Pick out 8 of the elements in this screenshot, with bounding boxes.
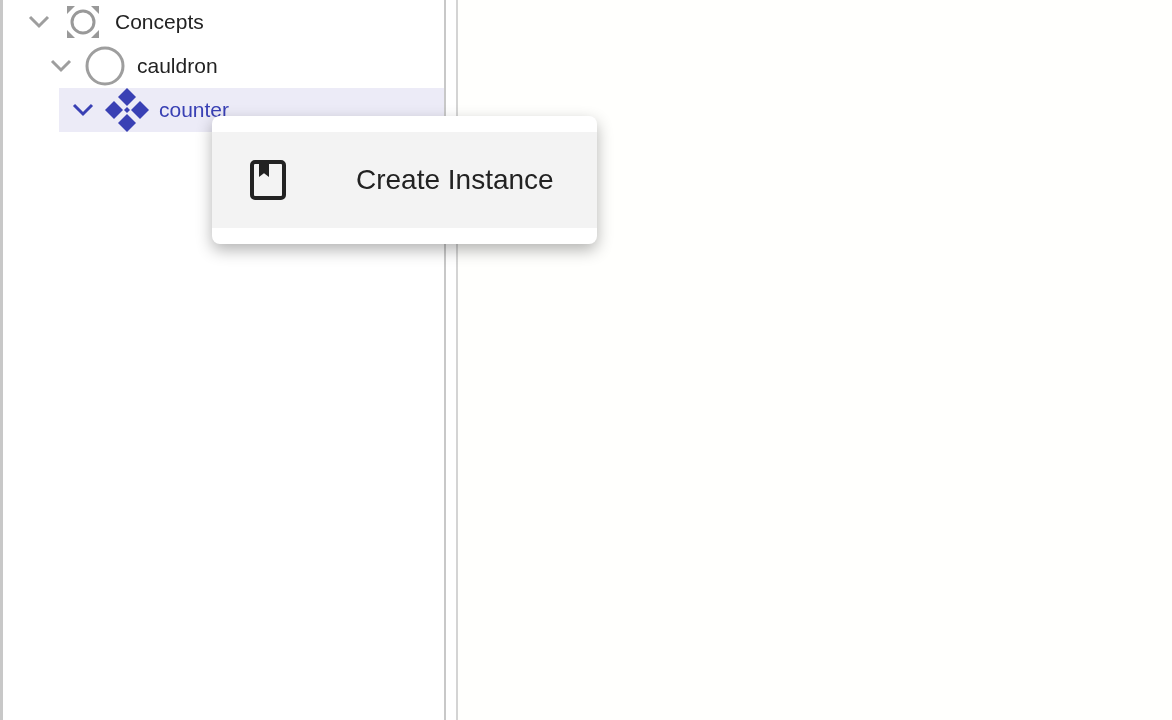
diamond-cluster-icon xyxy=(105,88,149,132)
tree-item-label: Concepts xyxy=(115,9,204,36)
menu-item[interactable]: Create Instance xyxy=(212,132,597,228)
tree-item-label: cauldron xyxy=(137,53,218,80)
circle-icon xyxy=(85,46,125,86)
bookmark-book-icon xyxy=(250,160,286,200)
ring-frame-icon xyxy=(67,6,99,38)
tree-item-label: counter xyxy=(159,97,230,124)
